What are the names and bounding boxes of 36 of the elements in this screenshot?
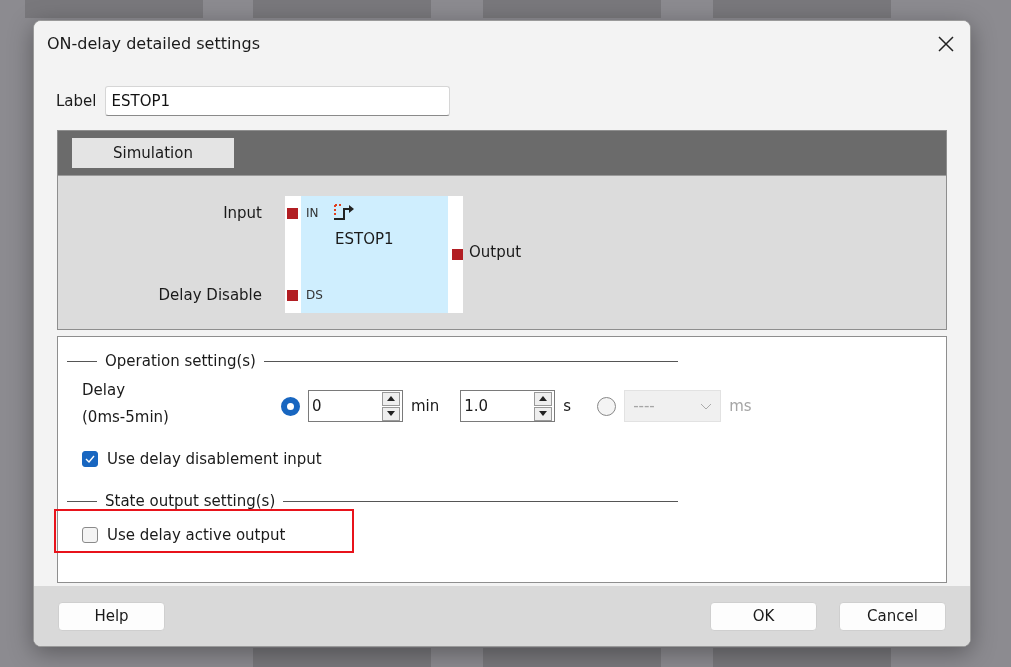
unit-label: min: [411, 397, 440, 415]
spin-arrows-icon[interactable]: [534, 391, 553, 421]
pin-name: IN: [306, 206, 319, 220]
dialog-button[interactable]: Help: [58, 601, 165, 631]
spin-arrows-icon[interactable]: [382, 391, 400, 421]
simulation-button[interactable]: Simulation: [72, 138, 234, 168]
pin-name: DS: [306, 288, 323, 302]
checkbox-label[interactable]: Use delay active output: [107, 526, 286, 544]
checkbox[interactable]: [82, 527, 98, 543]
chevron-icon: [700, 402, 713, 410]
step-icon: [333, 203, 355, 221]
input-label: Input: [223, 204, 262, 222]
input-pin: [287, 290, 298, 301]
spin-field[interactable]: 1.0: [460, 390, 556, 422]
checkmark-icon: [85, 455, 95, 463]
delay-label: Delay: [82, 381, 126, 399]
checkbox-label[interactable]: Use delay disablement input: [107, 450, 322, 468]
block-name: ESTOP1: [335, 230, 394, 248]
close-icon: [938, 35, 954, 52]
section-heading: State output setting(s): [105, 492, 276, 510]
dialog-button[interactable]: OK: [710, 601, 817, 631]
input-pin: [287, 208, 298, 219]
output-label: Output: [469, 243, 522, 261]
delay-range: (0ms-5min): [82, 408, 170, 426]
output-pin: [452, 249, 463, 260]
window-title: ON-delay detailed settings: [47, 34, 260, 53]
label-field[interactable]: ESTOP1: [105, 86, 451, 116]
checkbox[interactable]: [82, 451, 98, 467]
radio-button[interactable]: [281, 396, 300, 416]
field-label: Label: [56, 92, 97, 110]
spin-field[interactable]: 0: [308, 390, 403, 422]
section-heading: Operation setting(s): [105, 352, 256, 370]
dialog-button[interactable]: Cancel: [839, 601, 946, 631]
unit-label: ms: [729, 397, 752, 415]
unit-label: s: [563, 397, 572, 415]
input-label: Delay Disable: [158, 286, 262, 304]
